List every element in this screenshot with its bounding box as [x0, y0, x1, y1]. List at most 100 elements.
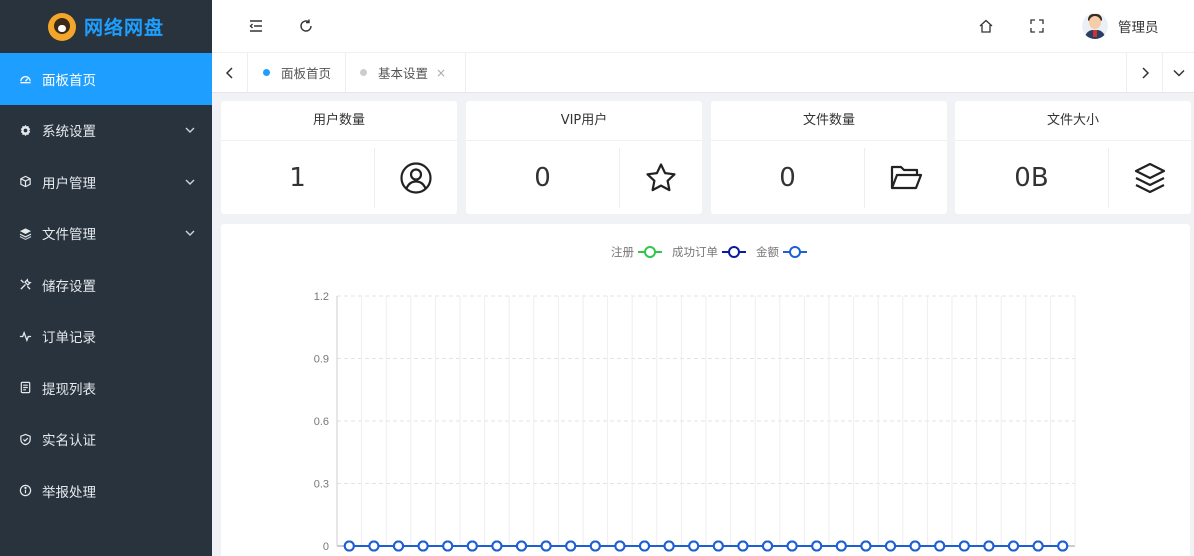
sidebar-item-label: 系统设置: [42, 124, 96, 141]
sidebar-item-5[interactable]: 订单记录: [0, 311, 212, 363]
sidebar-item-1[interactable]: 系统设置: [0, 105, 212, 157]
sidebar-item-label: 文件管理: [42, 227, 96, 244]
data-point: [639, 540, 650, 552]
tab-1[interactable]: 基本设置 ×: [346, 53, 466, 92]
sidebar-item-2[interactable]: 用户管理: [0, 156, 212, 208]
stat-card-title: VIP用户: [466, 101, 702, 141]
pulse-icon: [18, 329, 32, 343]
legend-label: 金额: [756, 245, 779, 259]
data-point: [737, 540, 749, 552]
data-point: [934, 540, 946, 552]
collapse-sidebar-icon[interactable]: [246, 16, 266, 36]
data-point: [909, 540, 921, 552]
line-chart: 1.2 0.9 0.6 0.3 0 注册 成功订单 金额: [314, 245, 1076, 553]
data-point: [688, 540, 700, 552]
y-tick-label: 0.3: [314, 479, 329, 491]
folder-open-icon: [865, 148, 947, 208]
data-point: [663, 540, 675, 552]
sidebar-item-0[interactable]: 面板首页: [0, 53, 212, 105]
data-point: [811, 540, 823, 552]
data-point: [712, 540, 724, 552]
sidebar-nav: 面板首页系统设置用户管理文件管理储存设置订单记录提现列表实名认证举报处理: [0, 53, 212, 517]
tabs-bar: 面板首页 基本设置 ×: [212, 53, 1194, 93]
sidebar-item-4[interactable]: 储存设置: [0, 259, 212, 311]
stat-card-3: 文件大小 0B: [955, 101, 1191, 214]
y-tick-label: 0: [323, 541, 329, 553]
sidebar-item-label: 用户管理: [42, 175, 96, 192]
stat-card-0: 用户数量 1: [221, 101, 457, 214]
stat-card-2: 文件数量 0: [711, 101, 947, 214]
stat-card-title: 文件大小: [955, 101, 1191, 141]
sidebar-item-label: 订单记录: [42, 330, 96, 347]
dashboard-icon: [18, 72, 32, 86]
home-icon[interactable]: [976, 16, 996, 36]
legend-label: 成功订单: [672, 245, 718, 259]
data-point: [393, 540, 404, 552]
chevron-down-icon: [184, 176, 196, 188]
tab-close-icon[interactable]: ×: [436, 66, 446, 80]
data-point: [958, 540, 970, 552]
list-icon: [18, 381, 32, 395]
tabs-scroll-right-icon[interactable]: [1126, 53, 1162, 92]
legend-marker: [728, 246, 740, 258]
legend-marker: [644, 246, 656, 258]
y-tick-label: 1.2: [314, 291, 329, 303]
data-point: [786, 540, 798, 552]
layers-icon: [1109, 148, 1191, 208]
legend-label: 注册: [611, 245, 634, 259]
chevron-down-icon: [184, 227, 196, 239]
data-point: [540, 540, 552, 552]
stat-card-value: 0: [534, 163, 551, 193]
data-point: [565, 540, 577, 552]
star-icon: [620, 148, 702, 208]
data-point: [466, 540, 478, 552]
chart-panel: 1.2 0.9 0.6 0.3 0 注册 成功订单 金额: [221, 224, 1190, 556]
user-circle-icon: [375, 148, 457, 208]
logo[interactable]: 网络网盘: [0, 0, 212, 53]
sidebar-item-label: 提现列表: [42, 381, 96, 398]
sidebar-item-label: 实名认证: [42, 433, 96, 450]
data-point: [1008, 540, 1019, 552]
stat-card-value: 1: [289, 163, 306, 193]
top-header: 管理员: [212, 0, 1194, 53]
tab-0[interactable]: 面板首页: [249, 53, 346, 92]
sidebar-item-8[interactable]: 举报处理: [0, 465, 212, 517]
data-point: [835, 540, 847, 552]
y-tick-label: 0.6: [314, 416, 329, 428]
tabs-scroll-left-icon[interactable]: [212, 53, 248, 92]
fullscreen-icon[interactable]: [1027, 16, 1047, 36]
sidebar-item-6[interactable]: 提现列表: [0, 362, 212, 414]
sidebar: 网络网盘 面板首页系统设置用户管理文件管理储存设置订单记录提现列表实名认证举报处…: [0, 0, 212, 556]
data-point: [491, 540, 503, 552]
cube-icon: [18, 175, 32, 189]
data-point: [983, 540, 995, 552]
sidebar-item-label: 举报处理: [42, 484, 96, 501]
tab-status-dot: [263, 69, 270, 76]
user-menu[interactable]: 管理员: [1082, 12, 1159, 40]
refresh-icon[interactable]: [296, 16, 316, 36]
data-point: [343, 540, 355, 552]
tab-status-dot: [360, 69, 367, 76]
gear-icon: [18, 123, 32, 137]
legend-marker: [789, 246, 801, 258]
stat-card-value: 0: [779, 163, 796, 193]
sidebar-item-label: 储存设置: [42, 278, 96, 295]
data-point: [516, 540, 527, 552]
data-point: [860, 540, 872, 552]
layers-icon: [18, 226, 32, 240]
data-point: [442, 540, 454, 552]
app-title: 网络网盘: [83, 17, 164, 39]
sidebar-item-7[interactable]: 实名认证: [0, 414, 212, 466]
penguin-logo-icon: [47, 12, 76, 41]
stat-card-title: 文件数量: [711, 101, 947, 141]
data-point: [368, 540, 380, 552]
stat-card-title: 用户数量: [221, 101, 457, 141]
tab-label: 面板首页: [281, 66, 332, 81]
user-name: 管理员: [1118, 20, 1159, 36]
sidebar-item-label: 面板首页: [42, 72, 96, 89]
data-point: [885, 540, 896, 552]
data-point: [417, 540, 429, 552]
sidebar-item-3[interactable]: 文件管理: [0, 208, 212, 260]
tabs-menu-dropdown-icon[interactable]: [1162, 53, 1194, 92]
stat-card-value: 0B: [1014, 163, 1049, 193]
